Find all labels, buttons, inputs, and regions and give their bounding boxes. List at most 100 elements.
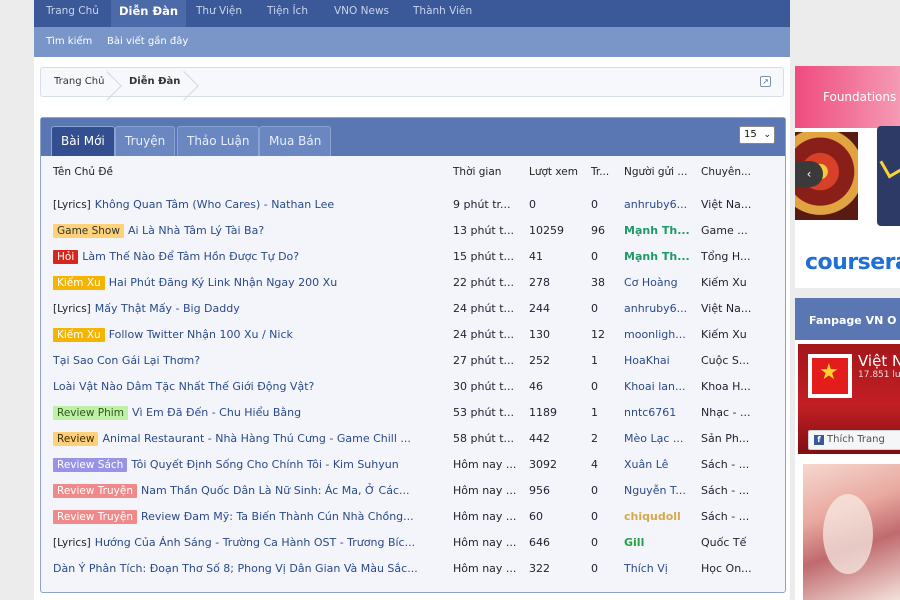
thread-title-text[interactable]: Ai Là Nhà Tâm Lý Tài Ba? — [128, 224, 264, 237]
thread-title[interactable]: Review Truyện Nam Thần Quốc Dân Là Nữ Sin… — [53, 478, 445, 504]
thread-category[interactable]: Việt Na... — [701, 192, 779, 218]
chevron-left-icon[interactable]: ‹ — [795, 161, 823, 187]
thread-author[interactable]: Khoai lan... — [624, 374, 696, 400]
column-header-author[interactable]: Người gửi ... — [624, 166, 687, 178]
thread-category[interactable]: Tổng H... — [701, 244, 779, 270]
thread-category[interactable]: Việt Na... — [701, 296, 779, 322]
thread-prefix-badge[interactable]: Review Truyện — [53, 510, 137, 524]
thread-title-text[interactable]: Hai Phút Đăng Ký Link Nhận Ngay 200 Xu — [109, 276, 337, 289]
thread-title[interactable]: [Lyrics] Mấy Thật Mấy - Big Daddy — [53, 296, 445, 322]
thread-title[interactable]: Tại Sao Con Gái Lại Thơm? — [53, 348, 445, 374]
thread-author[interactable]: Xuân Lê — [624, 452, 696, 478]
thread-title-text[interactable]: Dàn Ý Phân Tích: Đoạn Thơ Số 8; Phong Vị… — [53, 562, 418, 575]
thread-title[interactable]: Hỏi Làm Thế Nào Để Tâm Hồn Được Tự Do? — [53, 244, 445, 270]
thread-title[interactable]: Review Phim Vì Em Đã Đến - Chu Hiểu Bằng — [53, 400, 445, 426]
column-header-title[interactable]: Tên Chủ Đề — [53, 166, 113, 178]
thread-title-text[interactable]: Không Quan Tâm (Who Cares) - Nathan Lee — [95, 198, 334, 211]
per-page-select[interactable]: 15 ⌄ — [739, 126, 775, 144]
thread-title-text[interactable]: Follow Twitter Nhận 100 Xu / Nick — [109, 328, 293, 341]
thread-author[interactable]: moonligh... — [624, 322, 696, 348]
nav-dien-dan[interactable]: Diễn Đàn — [111, 0, 187, 27]
external-link-icon[interactable]: ↗ — [760, 76, 771, 87]
thread-prefix-badge[interactable]: Review — [53, 432, 99, 446]
thread-title-text[interactable]: Tại Sao Con Gái Lại Thơm? — [53, 354, 200, 367]
thread-author[interactable]: anhruby6... — [624, 296, 696, 322]
thread-author[interactable]: Cơ Hoàng — [624, 270, 696, 296]
thread-prefix-badge[interactable]: Review Sách — [53, 458, 128, 472]
thread-category[interactable]: Quốc Tế — [701, 530, 779, 556]
tab-mua-ban[interactable]: Mua Bán — [259, 126, 332, 156]
nav-thanh-vien[interactable]: Thành Viên — [413, 0, 472, 27]
thread-title-text[interactable]: Tôi Quyết Định Sống Cho Chính Tôi - Kim … — [131, 458, 398, 471]
thread-category[interactable]: Sản Ph... — [701, 426, 779, 452]
thread-prefix-badge[interactable]: Review Truyện — [53, 484, 137, 498]
thread-author[interactable]: Gill — [624, 530, 696, 556]
thread-title-text[interactable]: Làm Thế Nào Để Tâm Hồn Được Tự Do? — [82, 250, 299, 263]
thread-replies: 4 — [591, 458, 598, 471]
thread-author[interactable]: Nguyễn T... — [624, 478, 696, 504]
coursera-ad[interactable]: Foundations ‹ coursera — [795, 66, 900, 288]
table-row: Review Truyện Review Đam Mỹ: Ta Biến Thàn… — [41, 504, 785, 530]
thread-title[interactable]: Game Show Ai Là Nhà Tâm Lý Tài Ba? — [53, 218, 445, 244]
thread-title[interactable]: Loài Vật Nào Dâm Tặc Nhất Thế Giới Động … — [53, 374, 445, 400]
thread-prefix-badge[interactable]: [Lyrics] — [53, 198, 91, 212]
tab-truyen[interactable]: Truyện — [115, 126, 176, 156]
thread-time: 9 phút tr... — [453, 198, 511, 211]
thread-title-text[interactable]: Nam Thần Quốc Dân Là Nữ Sinh: Ác Ma, Ở C… — [141, 484, 410, 497]
thread-title[interactable]: [Lyrics] Hướng Của Ánh Sáng - Trường Ca H… — [53, 530, 445, 556]
fanpage-name[interactable]: Việt N — [858, 352, 900, 370]
tab-thao-luan[interactable]: Thảo Luận — [177, 126, 260, 156]
thread-author[interactable]: HoaKhai — [624, 348, 696, 374]
thread-author[interactable]: Mạnh Th... — [624, 218, 696, 244]
nav-thu-vien[interactable]: Thư Viện — [196, 0, 242, 27]
nav-vno-news[interactable]: VNO News — [334, 0, 389, 27]
thread-title-text[interactable]: Mấy Thật Mấy - Big Daddy — [95, 302, 240, 315]
thread-category[interactable]: Nhạc - ... — [701, 400, 779, 426]
nav-tien-ich[interactable]: Tiện Ích — [267, 0, 308, 27]
thread-category[interactable]: Game ... — [701, 218, 779, 244]
thread-prefix-badge[interactable]: Game Show — [53, 224, 124, 238]
thread-title[interactable]: Review Sách Tôi Quyết Định Sống Cho Chính… — [53, 452, 445, 478]
thread-title[interactable]: Kiếm Xu Follow Twitter Nhận 100 Xu / Nick — [53, 322, 445, 348]
subnav-bai-viet-gan-day[interactable]: Bài viết gần đây — [107, 36, 188, 47]
thread-prefix-badge[interactable]: [Lyrics] — [53, 536, 91, 550]
thread-category[interactable]: Cuộc S... — [701, 348, 779, 374]
thread-category[interactable]: Khoa H... — [701, 374, 779, 400]
thread-author[interactable]: nntc6761 — [624, 400, 696, 426]
tab-bai-moi[interactable]: Bài Mới — [51, 126, 115, 156]
thread-prefix-badge[interactable]: [Lyrics] — [53, 302, 91, 316]
thread-category[interactable]: Sách - ... — [701, 452, 779, 478]
thread-author[interactable]: chiqudoll — [624, 504, 696, 530]
thread-author[interactable]: Mèo Lạc ... — [624, 426, 696, 452]
like-page-button[interactable]: f Thích Trang — [808, 430, 900, 450]
thread-prefix-badge[interactable]: Hỏi — [53, 250, 79, 264]
thread-prefix-badge[interactable]: Kiếm Xu — [53, 276, 105, 290]
thread-title[interactable]: Review Truyện Review Đam Mỹ: Ta Biến Thàn… — [53, 504, 445, 530]
thread-category[interactable]: Sách - ... — [701, 504, 779, 530]
thread-title-text[interactable]: Vì Em Đã Đến - Chu Hiểu Bằng — [132, 406, 301, 419]
thread-category[interactable]: Kiếm Xu — [701, 322, 779, 348]
subnav-tim-kiem[interactable]: Tìm kiếm — [46, 36, 92, 47]
thread-title-text[interactable]: Animal Restaurant - Nhà Hàng Thú Cưng - … — [102, 432, 410, 445]
column-header-time[interactable]: Thời gian — [453, 166, 501, 178]
column-header-replies[interactable]: Tr... — [591, 166, 609, 178]
thread-prefix-badge[interactable]: Review Phim — [53, 406, 128, 420]
thread-title[interactable]: Kiếm Xu Hai Phút Đăng Ký Link Nhận Ngay 2… — [53, 270, 445, 296]
thread-prefix-badge[interactable]: Kiếm Xu — [53, 328, 105, 342]
column-header-category[interactable]: Chuyên... — [701, 166, 751, 178]
thread-category[interactable]: Sách - ... — [701, 478, 779, 504]
thread-title-text[interactable]: Loài Vật Nào Dâm Tặc Nhất Thế Giới Động … — [53, 380, 314, 393]
thread-category[interactable]: Học On... — [701, 556, 779, 582]
thread-author[interactable]: anhruby6... — [624, 192, 696, 218]
column-header-views[interactable]: Lượt xem — [529, 166, 578, 178]
thread-title[interactable]: Review Animal Restaurant - Nhà Hàng Thú C… — [53, 426, 445, 452]
thread-title[interactable]: [Lyrics] Không Quan Tâm (Who Cares) - Nat… — [53, 192, 445, 218]
nav-trang-chu[interactable]: Trang Chủ — [46, 0, 99, 27]
thread-author[interactable]: Thích Vị — [624, 556, 696, 582]
thread-title[interactable]: Dàn Ý Phân Tích: Đoạn Thơ Số 8; Phong Vị… — [53, 556, 445, 582]
thread-title-text[interactable]: Review Đam Mỹ: Ta Biến Thành Cún Nhà Chồ… — [141, 510, 414, 523]
fanpage-cover[interactable]: Việt N 17.851 lư f Thích Trang — [798, 344, 900, 454]
thread-category[interactable]: Kiếm Xu — [701, 270, 779, 296]
thread-author[interactable]: Mạnh Th... — [624, 244, 696, 270]
thread-title-text[interactable]: Hướng Của Ánh Sáng - Trường Ca Hành OST … — [95, 536, 415, 549]
